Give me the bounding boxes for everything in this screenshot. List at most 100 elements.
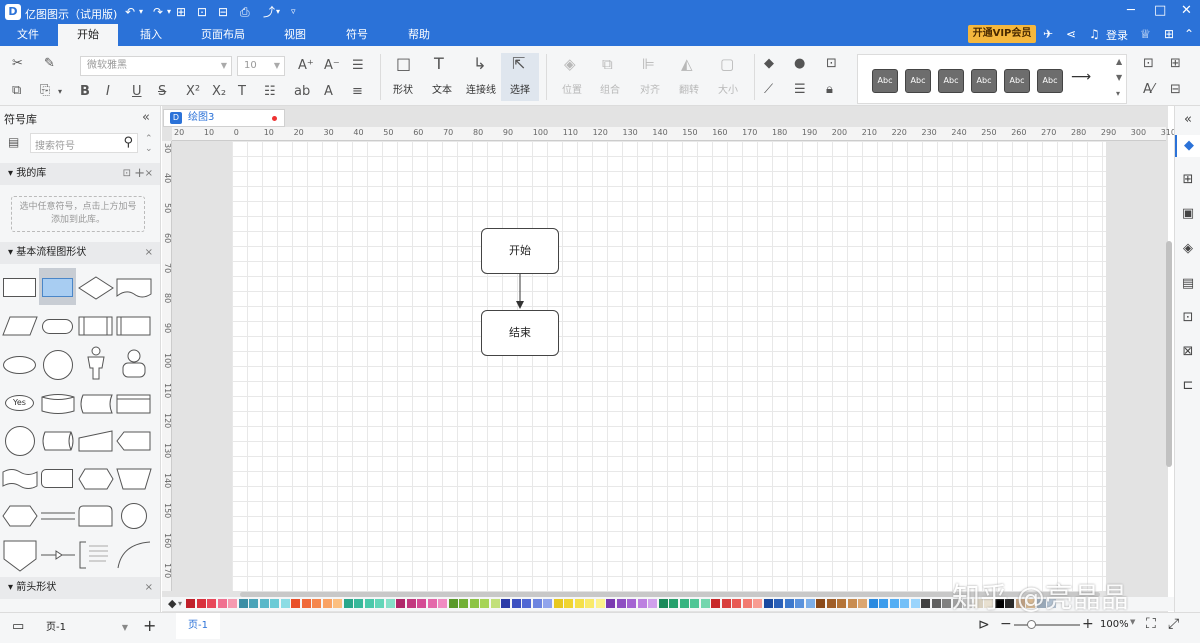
user-shape[interactable]	[120, 348, 148, 380]
start-node[interactable]: 开始	[481, 228, 559, 274]
document-shape[interactable]	[116, 276, 152, 300]
maximize-icon[interactable]: □	[1154, 3, 1166, 18]
vertical-scrollbar[interactable]	[1166, 241, 1172, 467]
color-swatch[interactable]	[301, 599, 311, 608]
apps-icon[interactable]: ⊞	[1164, 27, 1174, 41]
color-swatch[interactable]	[207, 599, 216, 608]
color-swatch[interactable]	[910, 599, 920, 608]
underline-icon[interactable]: U	[132, 84, 142, 100]
find-replace-icon[interactable]: ⊟	[1170, 82, 1181, 98]
gallery-more-icon[interactable]: ▾	[1116, 89, 1120, 98]
symbol-search-input[interactable]: 搜索符号 ⚲	[30, 133, 138, 153]
color-swatch[interactable]	[186, 599, 195, 608]
tab-insert[interactable]: 插入	[124, 24, 178, 46]
font-name-select[interactable]: 微软雅黑 ▼	[80, 56, 232, 76]
my-library-header[interactable]: ▾ 我的库 ⊡ + ×	[0, 163, 160, 185]
replace-shape-icon[interactable]: ⊡	[826, 56, 837, 72]
format-painter-icon[interactable]: ✎	[44, 56, 55, 72]
new-file-icon[interactable]: ⊞	[176, 4, 186, 20]
bold-icon[interactable]: B	[80, 84, 90, 100]
close-icon[interactable]: ✕	[1181, 3, 1192, 18]
color-swatch[interactable]	[847, 599, 857, 608]
customize-toolbar-icon[interactable]: ▿	[291, 4, 296, 20]
fit-page-icon[interactable]: ⛶	[1146, 616, 1156, 632]
fill-icon[interactable]: ◆	[764, 56, 774, 72]
color-swatch[interactable]	[805, 599, 815, 608]
add-page-icon[interactable]: +	[143, 616, 156, 635]
grid-icon[interactable]: ⊞	[1170, 56, 1181, 72]
tab-home[interactable]: 开始	[58, 24, 118, 46]
color-swatch[interactable]	[259, 599, 269, 608]
flip-button[interactable]: 翻转	[669, 81, 709, 96]
actor-shape[interactable]	[83, 346, 109, 380]
import-icon[interactable]: ⊡	[123, 163, 131, 185]
tab-help[interactable]: 帮助	[392, 24, 446, 46]
shape-button[interactable]: 形状	[383, 81, 423, 96]
tab-page-layout[interactable]: 页面布局	[190, 24, 256, 46]
tab-view[interactable]: 视图	[268, 24, 322, 46]
color-swatch[interactable]	[396, 599, 405, 608]
tape-shape[interactable]	[2, 467, 38, 491]
select-icon[interactable]: ⇱	[512, 56, 525, 72]
undo-dropdown-icon[interactable]: ▾	[139, 4, 143, 20]
add-icon[interactable]: +	[134, 163, 145, 185]
color-swatch[interactable]	[616, 599, 626, 608]
collapse-panel-icon[interactable]: «	[142, 110, 150, 125]
paste-icon[interactable]: ⎘	[40, 83, 50, 99]
image-panel-icon[interactable]: ▣	[1175, 203, 1200, 225]
minimize-icon[interactable]: ─	[1127, 3, 1135, 18]
paragraph-icon[interactable]: ≡	[352, 84, 363, 100]
flowchart-section-header[interactable]: ▾ 基本流程图形状 ×	[0, 242, 160, 264]
color-swatch[interactable]	[858, 599, 867, 608]
color-swatch[interactable]	[280, 599, 290, 608]
color-swatch[interactable]	[763, 599, 773, 608]
color-swatch[interactable]	[585, 599, 594, 608]
data-panel-icon[interactable]: ⊡	[1175, 307, 1200, 329]
align-icon[interactable]: ⊫	[642, 56, 655, 72]
arrow-section-header[interactable]: ▾ 箭头形状 ×	[0, 577, 160, 599]
color-swatch[interactable]	[784, 599, 794, 608]
font-size-select[interactable]: 10 ▼	[237, 56, 285, 76]
color-swatch[interactable]	[658, 599, 668, 608]
export-icon[interactable]: ⤴	[263, 4, 275, 20]
color-swatch[interactable]	[532, 599, 542, 608]
color-swatch[interactable]	[501, 599, 510, 608]
color-swatch[interactable]	[816, 599, 825, 608]
zoom-in-icon[interactable]: +	[1082, 616, 1094, 632]
parallel-lines-shape[interactable]	[40, 504, 76, 528]
page-panel-toggle-icon[interactable]: ▭	[12, 619, 24, 634]
redo-icon[interactable]: ↷	[153, 4, 163, 20]
connector-button[interactable]: 连接线	[461, 81, 501, 96]
italic-icon[interactable]: I	[106, 84, 110, 100]
open-file-icon[interactable]: ⊡	[197, 4, 207, 20]
decrease-font-icon[interactable]: A⁻	[324, 58, 340, 74]
paste-dropdown-icon[interactable]: ▾	[58, 84, 62, 100]
paint-bucket-icon[interactable]: ◆	[168, 597, 176, 610]
color-swatch[interactable]	[721, 599, 731, 608]
color-swatch[interactable]	[522, 599, 531, 608]
color-swatch[interactable]	[385, 599, 395, 608]
color-swatch[interactable]	[238, 599, 248, 608]
color-swatch[interactable]	[459, 599, 468, 608]
style-swatch[interactable]: Abc	[1004, 69, 1030, 93]
share-icon[interactable]: ⋖	[1066, 27, 1076, 41]
color-swatch[interactable]	[889, 599, 899, 608]
color-swatch[interactable]	[637, 599, 647, 608]
color-swatch[interactable]	[228, 599, 237, 608]
page-select[interactable]: 页-1 ▼	[40, 618, 130, 638]
card-shape[interactable]	[78, 504, 114, 528]
color-swatch[interactable]	[333, 599, 342, 608]
color-swatch[interactable]	[711, 599, 720, 608]
zoom-dropdown-icon[interactable]: ▼	[1130, 618, 1135, 626]
color-swatch[interactable]	[364, 599, 374, 608]
cut-icon[interactable]: ✂	[12, 56, 23, 72]
fill-panel-icon[interactable]: ◆	[1175, 135, 1200, 157]
document-tab[interactable]: D 绘图3	[163, 109, 285, 127]
color-swatch[interactable]	[742, 599, 752, 608]
end-node[interactable]: 结束	[481, 310, 559, 356]
line-connector-shape[interactable]	[40, 544, 76, 566]
vip-button[interactable]: 开通VIP会员	[968, 25, 1036, 43]
group-icon[interactable]: ⧉	[602, 56, 613, 72]
preparation-shape[interactable]	[78, 466, 114, 492]
page-panel-icon[interactable]: ▤	[1175, 273, 1200, 295]
